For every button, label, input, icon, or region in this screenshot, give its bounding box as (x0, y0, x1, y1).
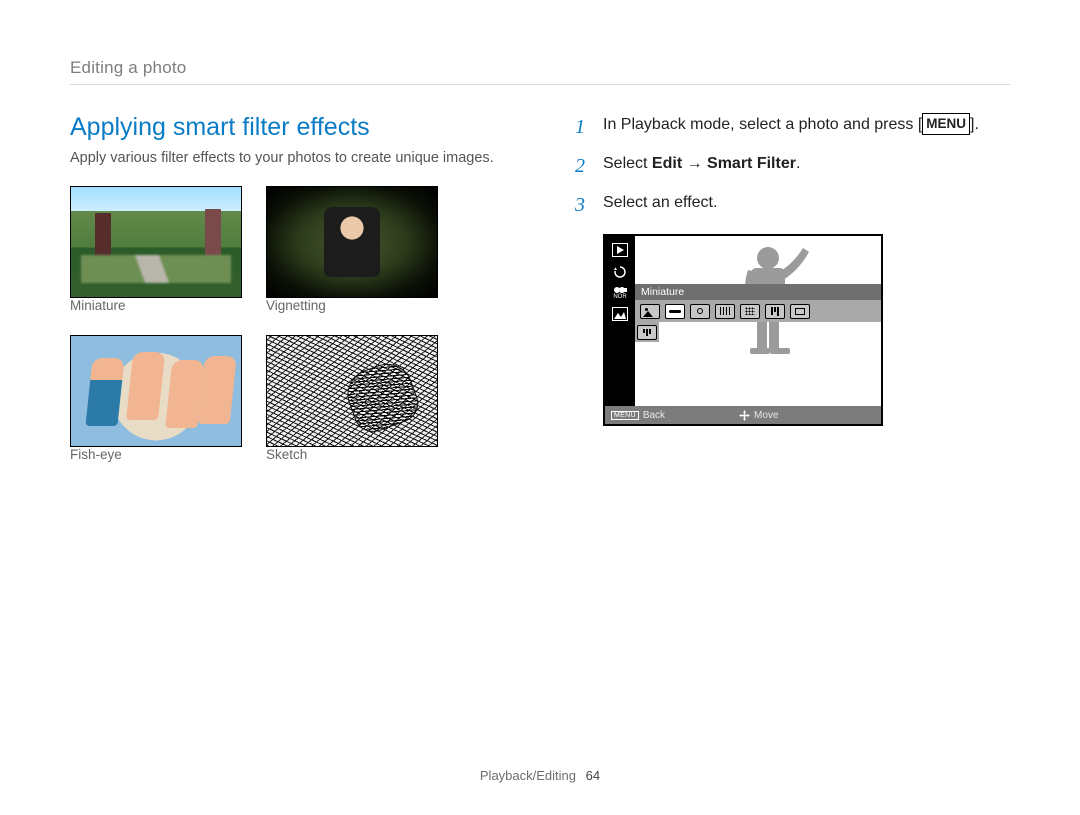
lcd-side-icons: NOR (605, 236, 635, 406)
lcd-filter-strip-row2 (635, 322, 659, 342)
lcd-filter-strip (635, 300, 881, 322)
scene-icon (610, 306, 630, 322)
filter-chip-4 (715, 304, 735, 319)
filter-chip-8 (637, 325, 657, 340)
step-2-pre: Select (603, 155, 652, 172)
filter-chip-5 (740, 304, 760, 319)
example-image-vignetting (266, 186, 438, 298)
caption-vignetting: Vignetting (266, 298, 438, 313)
example-image-sketch (266, 335, 438, 447)
caption-fisheye: Fish-eye (70, 447, 242, 462)
step-1-pre: In Playback mode, select a photo and pre… (603, 116, 922, 133)
step-1-text: In Playback mode, select a photo and pre… (603, 113, 979, 142)
lcd-selected-label: Miniature (635, 284, 881, 300)
filter-chip-3 (690, 304, 710, 319)
step-number-3: 3 (575, 191, 593, 220)
lcd-menu-tag: MENU (611, 411, 639, 420)
menu-key-label: MENU (922, 113, 970, 135)
caption-miniature: Miniature (70, 298, 242, 313)
lcd-footer-move: Move (754, 410, 778, 421)
move-icon (739, 410, 750, 421)
filter-chip-7 (790, 304, 810, 319)
step-number-2: 2 (575, 152, 593, 181)
caption-sketch: Sketch (266, 447, 438, 462)
breadcrumb: Editing a photo (70, 58, 1010, 85)
footer-page-number: 64 (586, 768, 600, 783)
filter-chip-1 (640, 304, 660, 319)
lcd-footer: MENU Back Move (605, 406, 881, 424)
lcd-footer-back: Back (643, 410, 665, 421)
page-footer: Playback/Editing 64 (0, 768, 1080, 783)
step-2-bold: Edit → Smart Filter (652, 155, 796, 172)
nor-icon: NOR (612, 286, 628, 300)
example-image-miniature (70, 186, 242, 298)
rotate-icon (610, 264, 630, 280)
step-1-post: ]. (970, 116, 979, 133)
section-intro: Apply various filter effects to your pho… (70, 150, 505, 166)
step-number-1: 1 (575, 113, 593, 142)
step-2-post: . (796, 155, 800, 172)
filter-chip-selected (665, 304, 685, 319)
filter-chip-6 (765, 304, 785, 319)
section-title: Applying smart filter effects (70, 113, 505, 142)
footer-section: Playback/Editing (480, 768, 576, 783)
camera-screen-mock: NOR (603, 234, 883, 426)
step-3-text: Select an effect. (603, 191, 717, 220)
step-2-text: Select Edit → Smart Filter. (603, 152, 800, 181)
playback-icon (610, 242, 630, 258)
example-image-fisheye (70, 335, 242, 447)
